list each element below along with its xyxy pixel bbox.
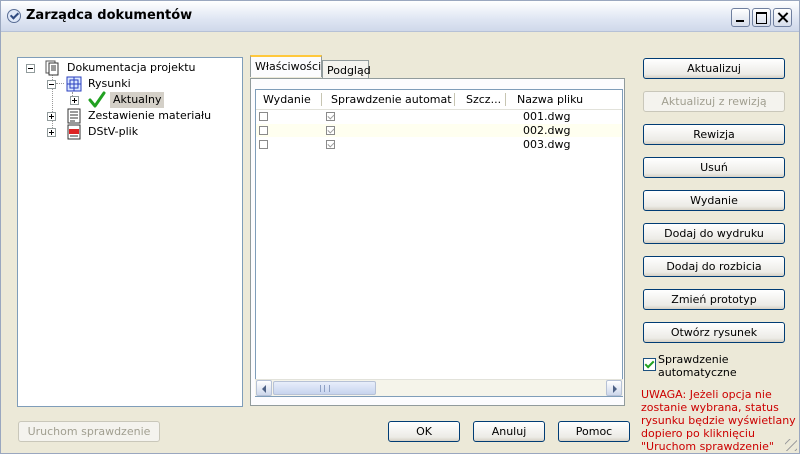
usun-button[interactable]: Usuń [643, 157, 785, 178]
wydanie-checkbox[interactable] [259, 140, 268, 149]
document-manager-window: Zarządca dokumentów Dokumentacja projekt… [0, 0, 800, 454]
app-icon [7, 9, 21, 23]
window-title: Zarządca dokumentów [26, 8, 193, 23]
scroll-right-button[interactable] [606, 380, 622, 396]
wydanie-checkbox[interactable] [259, 126, 268, 135]
document-folder-icon [45, 60, 59, 76]
maximize-button[interactable] [752, 8, 771, 27]
title-bar[interactable]: Zarządca dokumentów [1, 1, 799, 32]
list-header: Wydanie Sprawdzenie automat... Szcz... N… [256, 90, 622, 110]
wydanie-button[interactable]: Wydanie [643, 190, 785, 211]
tab-wlasciwosci[interactable]: Właściwości [250, 55, 322, 77]
tree-item-label: Rysunki [88, 77, 131, 90]
grip-icon [320, 385, 330, 392]
filename-cell: 001.dwg [523, 110, 571, 123]
auto-check-checkbox[interactable] [643, 358, 656, 371]
otworz-rysunek-button[interactable]: Otwórz rysunek [643, 322, 785, 343]
pomoc-button[interactable]: Pomoc [558, 421, 630, 442]
resize-grip-icon[interactable] [785, 439, 797, 451]
auto-check-label[interactable]: Sprawdzenie automatyczne [658, 353, 768, 379]
table-row[interactable]: 001.dwg [256, 110, 622, 123]
dodaj-do-wydruku-button[interactable]: Dodaj do wydruku [643, 223, 785, 244]
filename-cell: 003.dwg [523, 138, 571, 151]
tree-line [56, 83, 64, 84]
collapse-icon[interactable] [47, 80, 56, 89]
minimize-button[interactable] [731, 8, 750, 27]
document-tree[interactable]: Dokumentacja projektu Rysunki Aktualny Z… [17, 57, 243, 407]
aktualizuj-button[interactable]: Aktualizuj [643, 58, 785, 79]
column-header-szczegoly[interactable]: Szcz... [460, 90, 502, 109]
arrow-right-icon [613, 385, 617, 393]
expand-icon[interactable] [47, 128, 56, 137]
tree-item-label: DStV-plik [88, 125, 139, 138]
uruchom-sprawdzenie-button[interactable]: Uruchom sprawdzenie [18, 421, 160, 442]
column-header-wydanie[interactable]: Wydanie [257, 90, 321, 109]
zmien-prototyp-button[interactable]: Zmień prototyp [643, 289, 785, 310]
table-row[interactable]: 002.dwg [256, 124, 622, 137]
rewizja-button[interactable]: Rewizja [643, 124, 785, 145]
sprawdzenie-checkbox [326, 140, 335, 149]
sprawdzenie-checkbox [326, 126, 335, 135]
green-checkmark-icon [88, 91, 106, 108]
filename-cell: 002.dwg [523, 124, 571, 137]
drawings-list[interactable]: Wydanie Sprawdzenie automat... Szcz... N… [255, 89, 623, 397]
arrow-left-icon [262, 385, 266, 393]
anuluj-button[interactable]: Anuluj [473, 421, 545, 442]
tree-item-label: Zestawienie materiału [88, 109, 212, 122]
column-separator[interactable] [505, 93, 506, 106]
table-row[interactable]: 003.dwg [256, 138, 622, 151]
close-button[interactable] [773, 8, 792, 27]
expand-icon[interactable] [47, 112, 56, 121]
tree-item-label: Aktualny [110, 92, 165, 108]
column-header-nazwa-pliku[interactable]: Nazwa pliku [511, 90, 621, 109]
material-list-icon [67, 108, 81, 124]
wydanie-checkbox[interactable] [259, 112, 268, 121]
column-header-sprawdzenie[interactable]: Sprawdzenie automat... [325, 90, 452, 109]
ok-button[interactable]: OK [388, 421, 460, 442]
column-separator[interactable] [454, 93, 455, 106]
drawing-icon [66, 76, 82, 92]
warning-text: UWAGA: Jeżeli opcja nie zostanie wybrana… [641, 388, 796, 453]
expand-icon[interactable] [70, 96, 79, 105]
sprawdzenie-checkbox [326, 112, 335, 121]
scroll-left-button[interactable] [256, 380, 272, 396]
dodaj-do-rozbicia-button[interactable]: Dodaj do rozbicia [643, 256, 785, 277]
tree-item-label: Dokumentacja projektu [67, 61, 196, 74]
collapse-icon[interactable] [26, 64, 35, 73]
horizontal-scrollbar[interactable] [255, 379, 623, 396]
column-separator[interactable] [321, 93, 322, 106]
scroll-thumb[interactable] [273, 381, 376, 395]
aktualizuj-z-rewizja-button[interactable]: Aktualizuj z rewizją [643, 91, 785, 112]
dstv-file-icon [67, 124, 81, 140]
tab-podglad[interactable]: Podgląd [322, 60, 371, 79]
